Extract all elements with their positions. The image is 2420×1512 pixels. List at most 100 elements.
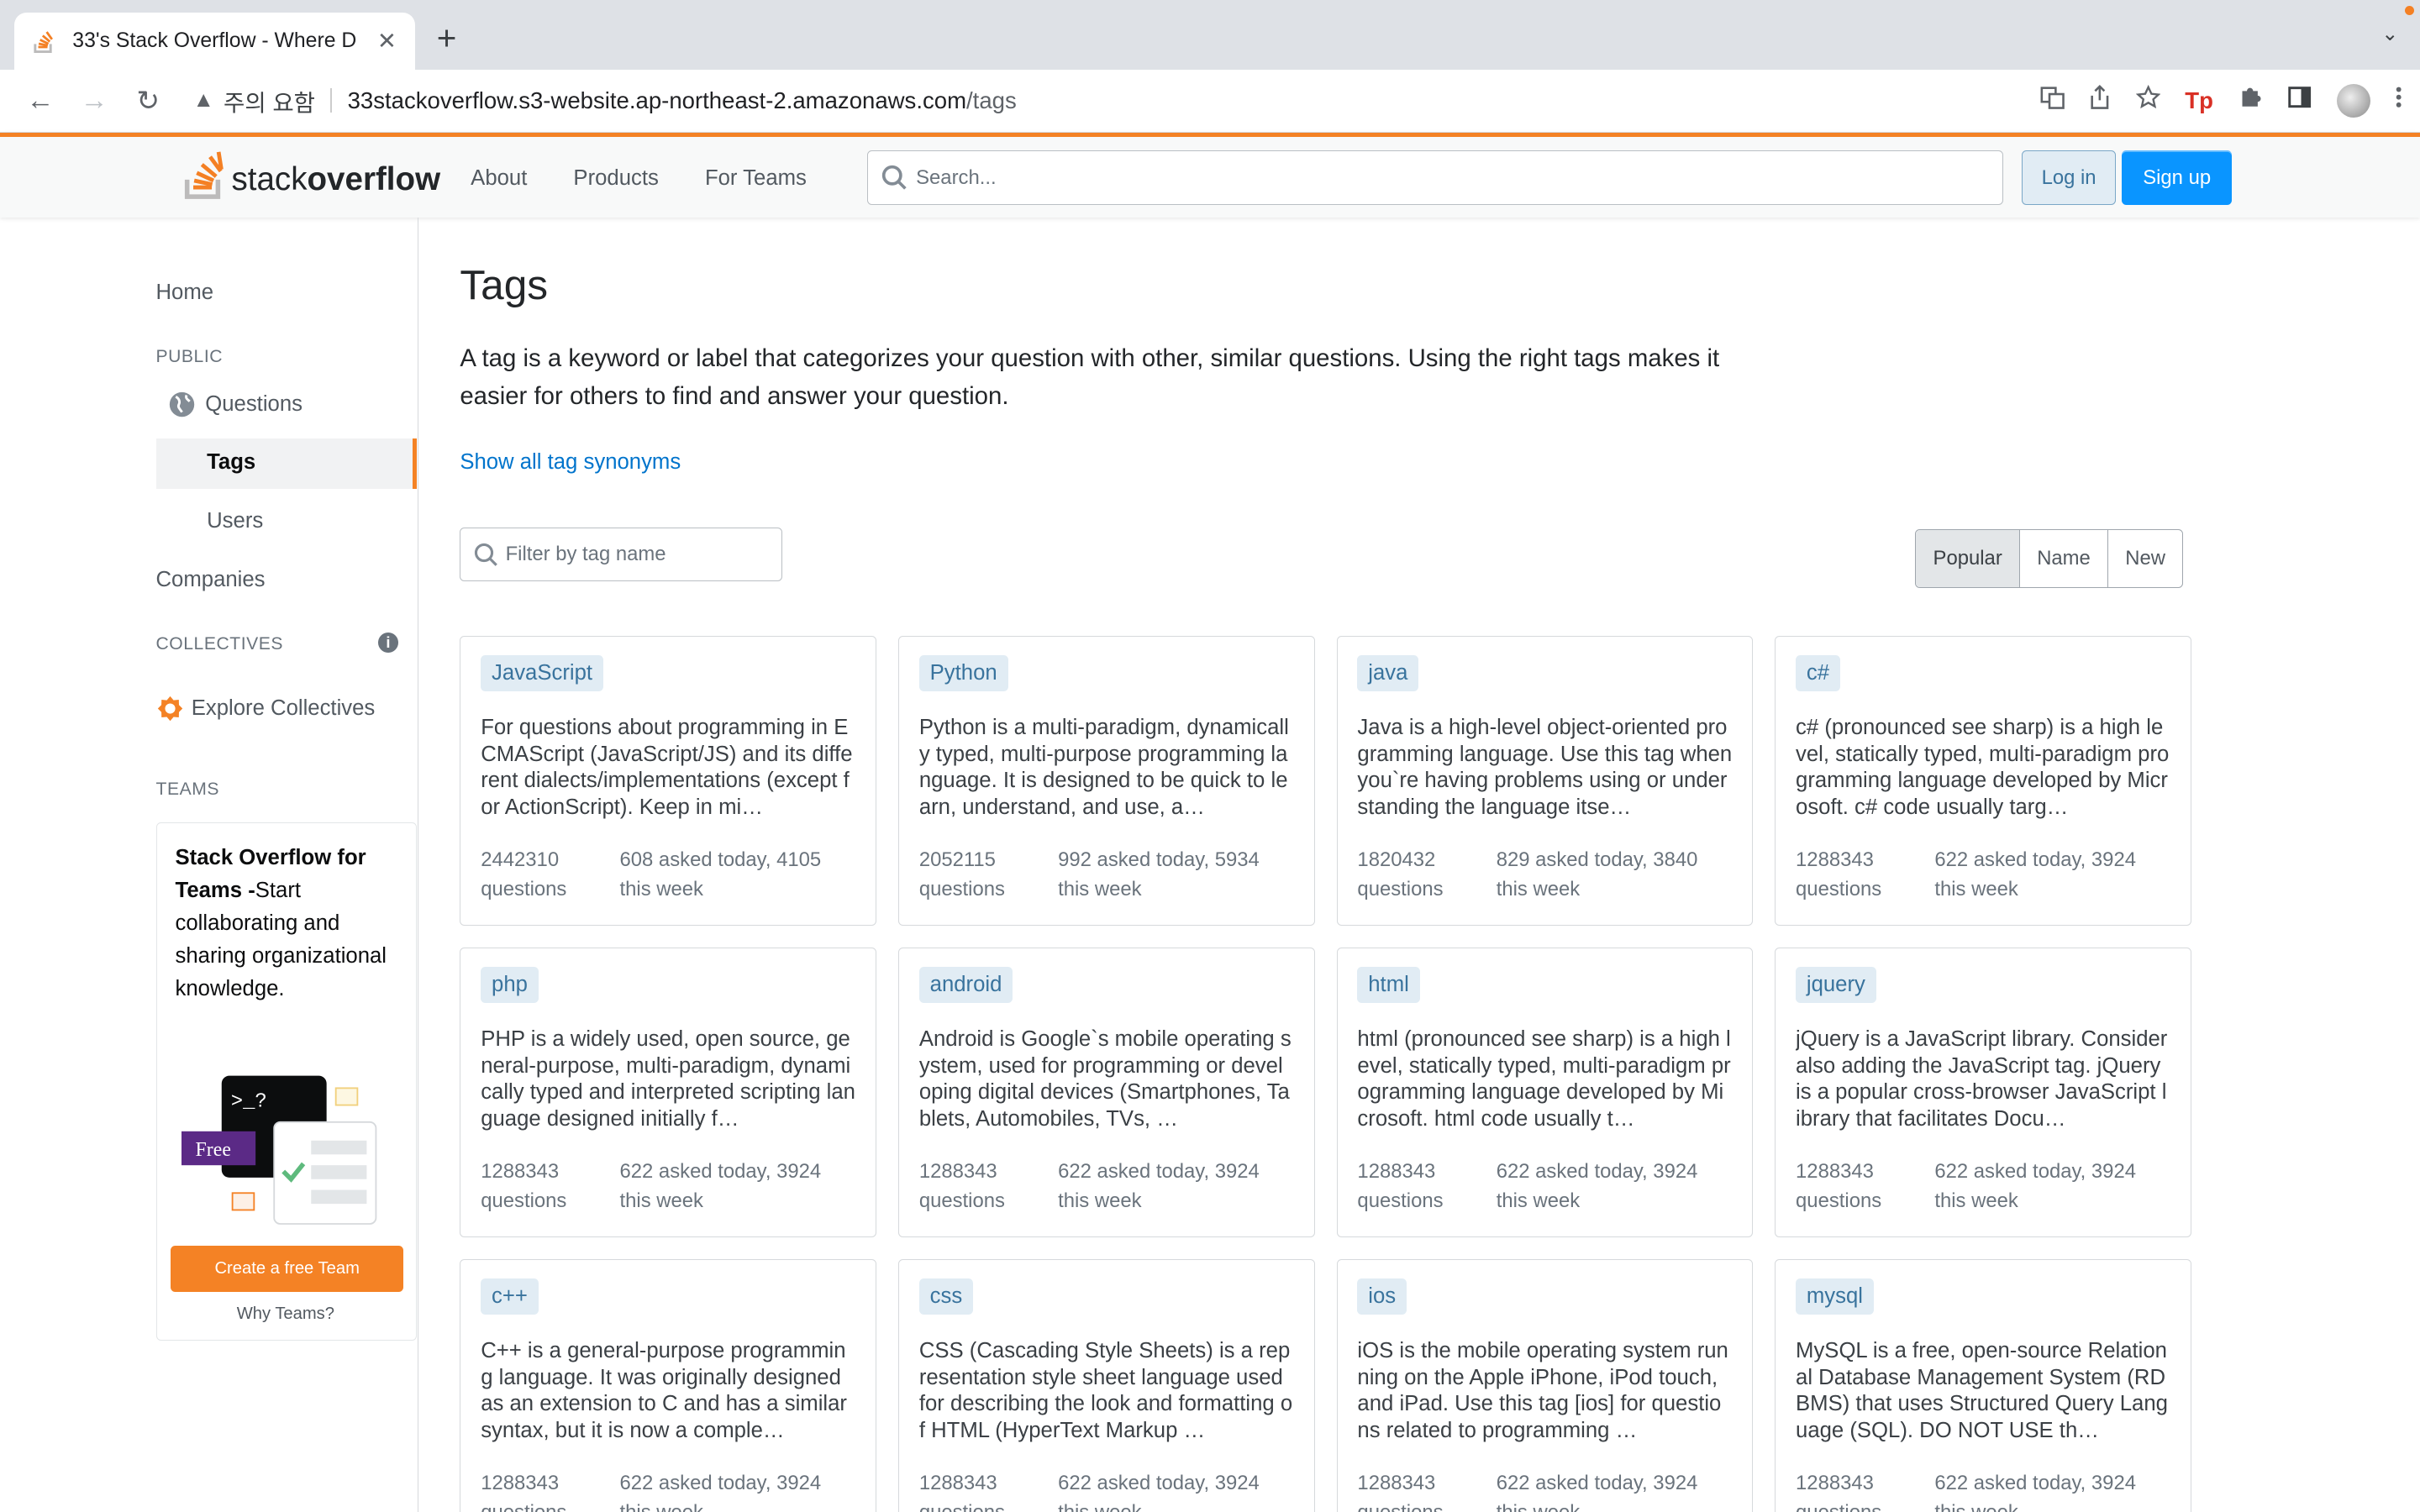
signup-button[interactable]: Sign up	[2122, 150, 2232, 205]
site-search-input[interactable]: Search...	[867, 150, 2004, 205]
collectives-icon	[157, 696, 182, 721]
tag-badge[interactable]: php	[481, 966, 539, 1004]
left-sidebar: Home PUBLIC Questions Tags Users Compani…	[0, 217, 418, 1512]
profile-avatar[interactable]	[2336, 83, 2371, 118]
extension-tp-icon[interactable]: Tp	[2185, 87, 2213, 114]
extensions-puzzle-icon[interactable]	[2238, 85, 2262, 116]
tag-card: JavaScript For questions about programmin…	[460, 635, 877, 926]
nav-for-teams[interactable]: For Teams	[687, 157, 825, 200]
notification-dot	[2404, 6, 2414, 16]
tag-asked-stats: 992 asked today, 5934 this week	[1058, 848, 1260, 901]
tag-stats: 1288343 questions 622 asked today, 3924 t…	[481, 1157, 866, 1217]
tab-close-icon[interactable]: ✕	[377, 28, 397, 55]
sidebar-explore-collectives[interactable]: Explore Collectives	[156, 695, 376, 722]
tag-badge[interactable]: ios	[1357, 1278, 1407, 1315]
tag-asked-stats: 622 asked today, 3924 this week	[1934, 1471, 2136, 1512]
illus-free-badge: Free	[195, 1140, 230, 1162]
tag-asked-stats: 622 asked today, 3924 this week	[619, 1471, 822, 1512]
tag-card: css CSS (Cascading Style Sheets) is a rep…	[897, 1258, 1315, 1512]
tag-card: html html (pronounced see sharp) is a hig…	[1336, 947, 1754, 1237]
tag-card: jquery jQuery is a JavaScript library. Co…	[1775, 947, 2192, 1237]
sidebar-questions[interactable]: Questions	[168, 391, 302, 418]
security-label[interactable]: 주의 요함	[224, 84, 315, 118]
bookmark-star-icon[interactable]	[2135, 85, 2161, 116]
tag-description: Android is Google`s mobile operating sys…	[918, 1026, 1292, 1131]
tag-synonyms-link[interactable]: Show all tag synonyms	[460, 450, 681, 475]
tag-stats: 1288343 questions 622 asked today, 3924 t…	[919, 1157, 1305, 1217]
sort-new[interactable]: New	[2107, 529, 2182, 587]
stackoverflow-logo-icon	[184, 150, 227, 208]
tag-card: php PHP is a widely used, open source, ge…	[460, 947, 877, 1237]
sidebar-tags[interactable]: Tags	[155, 438, 417, 490]
globe-icon	[170, 391, 195, 417]
logo-text-bold: overflow	[307, 160, 441, 197]
chrome-menu-icon[interactable]	[2396, 85, 2402, 116]
tag-stats: 1288343 questions 622 asked today, 3924 t…	[1796, 845, 2181, 906]
tag-badge[interactable]: Python	[918, 654, 1008, 692]
nav-about[interactable]: About	[452, 157, 545, 200]
address-bar[interactable]: ▲ 주의 요함 33stackoverflow.s3-website.ap-no…	[193, 76, 2022, 125]
tag-filter-input[interactable]: Filter by tag name	[460, 528, 783, 582]
tag-badge[interactable]: mysql	[1796, 1278, 1874, 1315]
sidebar-users[interactable]: Users	[207, 509, 263, 533]
tag-card: ios iOS is the mobile operating system ru…	[1336, 1258, 1754, 1512]
sort-popular[interactable]: Popular	[1916, 529, 2019, 587]
tag-question-count: 1288343 questions	[481, 1159, 567, 1213]
sidebar-explore-label: Explore Collectives	[191, 696, 376, 720]
tag-badge[interactable]: android	[918, 966, 1013, 1004]
sidebar-section-teams: TEAMS	[155, 779, 219, 799]
address-divider	[330, 88, 333, 113]
tag-card: mysql MySQL is a free, open-source Relati…	[1775, 1258, 2192, 1512]
tab-search-icon[interactable]: ⌄	[2381, 22, 2398, 46]
tag-card: Python Python is a multi-paradigm, dynami…	[897, 635, 1315, 926]
site-logo[interactable]: stack overflow	[184, 150, 441, 208]
tag-badge[interactable]: JavaScript	[481, 654, 603, 692]
tag-question-count: 1288343 questions	[1796, 1471, 1881, 1512]
tag-description: Java is a high-level object-oriented pro…	[1357, 715, 1733, 819]
forward-icon[interactable]: →	[72, 79, 115, 122]
tag-asked-stats: 622 asked today, 3924 this week	[1934, 848, 2136, 901]
sidebar-section-public: PUBLIC	[155, 347, 224, 367]
translate-icon[interactable]	[2040, 85, 2065, 116]
stackoverflow-favicon-icon	[33, 29, 57, 53]
browser-tab[interactable]: 33's Stack Overflow - Where D ✕	[13, 12, 416, 70]
warning-icon[interactable]: ▲	[193, 88, 214, 113]
page-title: Tags	[460, 261, 549, 309]
sort-name[interactable]: Name	[2018, 529, 2107, 587]
back-icon[interactable]: ←	[18, 79, 61, 122]
why-teams-link[interactable]: Why Teams?	[157, 1305, 415, 1324]
new-tab-icon[interactable]: +	[437, 18, 457, 58]
sidebar-questions-label: Questions	[205, 391, 302, 416]
tag-badge[interactable]: java	[1357, 654, 1419, 692]
tag-question-count: 2052115 questions	[918, 848, 1005, 901]
tag-badge[interactable]: css	[918, 1278, 974, 1315]
sidebar-home[interactable]: Home	[156, 281, 214, 305]
create-team-button[interactable]: Create a free Team	[171, 1246, 404, 1293]
sidebar-section-collectives: COLLECTIVES	[155, 633, 284, 654]
tag-badge[interactable]: c#	[1796, 654, 1840, 692]
side-panel-icon[interactable]	[2287, 85, 2312, 116]
reload-icon[interactable]: ↻	[127, 79, 170, 122]
tag-description: PHP is a widely used, open source, gener…	[481, 1026, 855, 1131]
tag-question-count: 1288343 questions	[1796, 848, 1882, 901]
share-icon[interactable]	[2089, 85, 2111, 116]
tag-asked-stats: 622 asked today, 3924 this week	[619, 1159, 822, 1213]
tag-badge[interactable]: c++	[481, 1278, 539, 1315]
tag-question-count: 1288343 questions	[918, 1159, 1005, 1213]
sidebar-companies[interactable]: Companies	[156, 568, 266, 592]
tag-badge[interactable]: jquery	[1796, 966, 1876, 1004]
nav-products[interactable]: Products	[555, 157, 677, 200]
tag-stats: 1820432 questions 829 asked today, 3840 t…	[1357, 845, 1743, 906]
tag-stats: 1288343 questions 622 asked today, 3924 t…	[1796, 1157, 2181, 1217]
info-icon[interactable]: i	[377, 633, 398, 653]
tag-description: html (pronounced see sharp) is a high le…	[1357, 1026, 1731, 1131]
tag-stats: 2052115 questions 992 asked today, 5934 t…	[919, 845, 1305, 906]
tag-stats: 1288343 questions 622 asked today, 3924 t…	[919, 1468, 1305, 1512]
tag-question-count: 1820432 questions	[1357, 848, 1444, 901]
tag-asked-stats: 622 asked today, 3924 this week	[1934, 1159, 2136, 1213]
site-header: stack overflow About Products For Teams S…	[0, 132, 2420, 218]
top-nav: About Products For Teams	[452, 157, 834, 200]
tag-badge[interactable]: html	[1357, 966, 1420, 1004]
tag-card: c++ C++ is a general-purpose programming …	[460, 1258, 877, 1512]
login-button[interactable]: Log in	[2022, 150, 2117, 205]
